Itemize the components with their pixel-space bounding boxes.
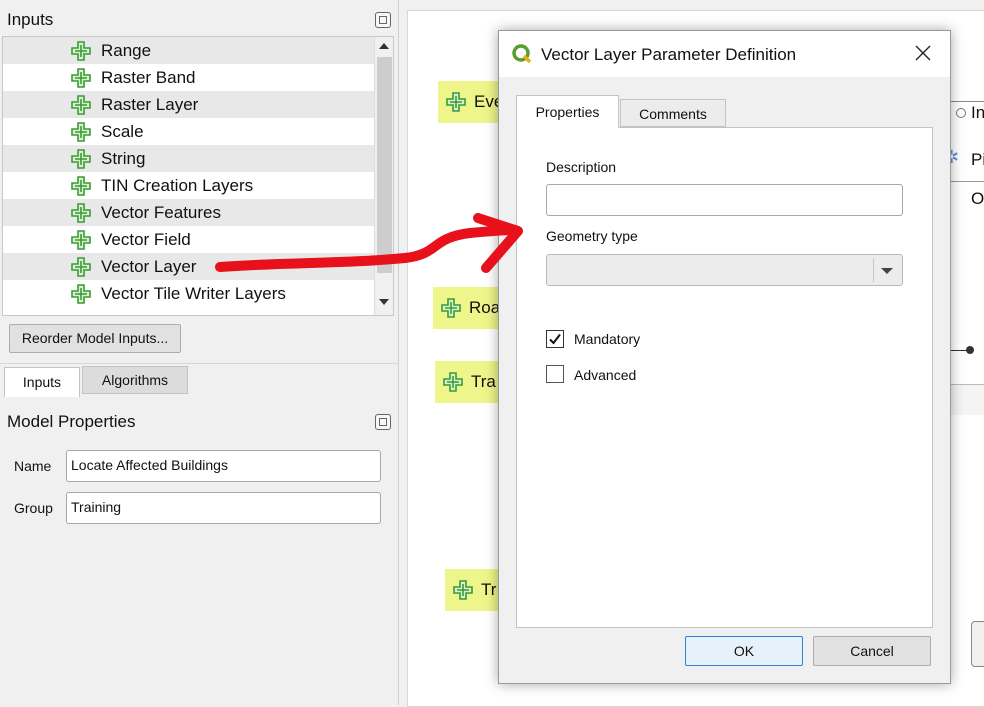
annotation-arrow xyxy=(215,213,523,273)
tab-properties[interactable]: Properties xyxy=(516,95,619,128)
